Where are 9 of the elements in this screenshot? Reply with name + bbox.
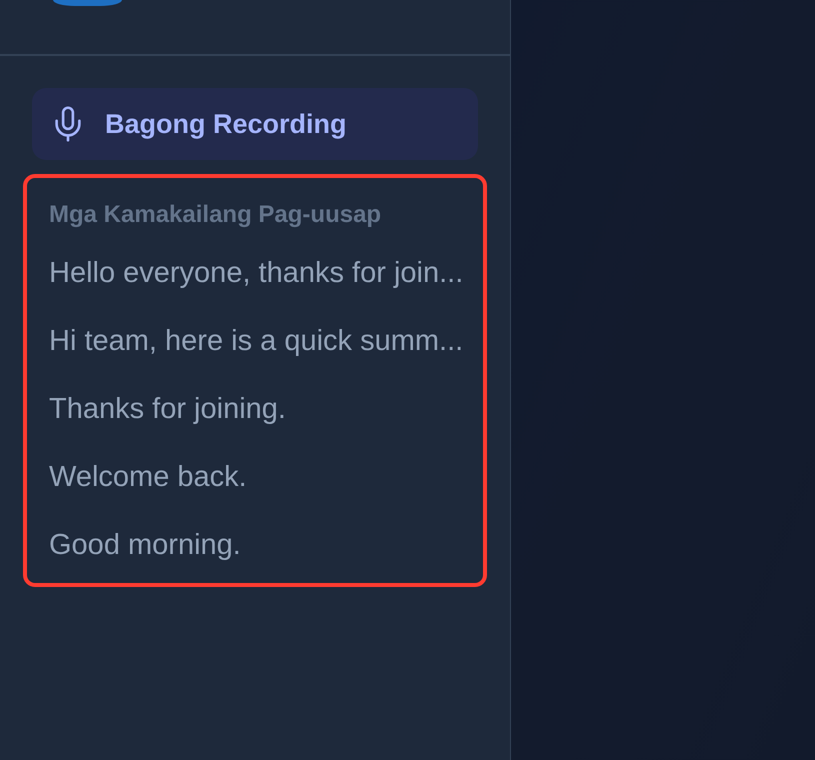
conversation-item[interactable]: Hi team, here is a quick summ... — [49, 307, 464, 375]
header-button[interactable] — [53, 0, 122, 6]
microphone-icon — [55, 106, 81, 142]
new-recording-button[interactable]: Bagong Recording — [32, 88, 478, 160]
conversation-item[interactable]: Hello everyone, thanks for join... — [49, 239, 464, 307]
conversation-item[interactable]: Good morning. — [49, 511, 241, 579]
section-heading: Mga Kamakailang Pag-uusap — [49, 201, 382, 229]
conversation-item[interactable]: Welcome back. — [49, 443, 247, 511]
conversation-item[interactable]: Thanks for joining. — [49, 375, 286, 443]
